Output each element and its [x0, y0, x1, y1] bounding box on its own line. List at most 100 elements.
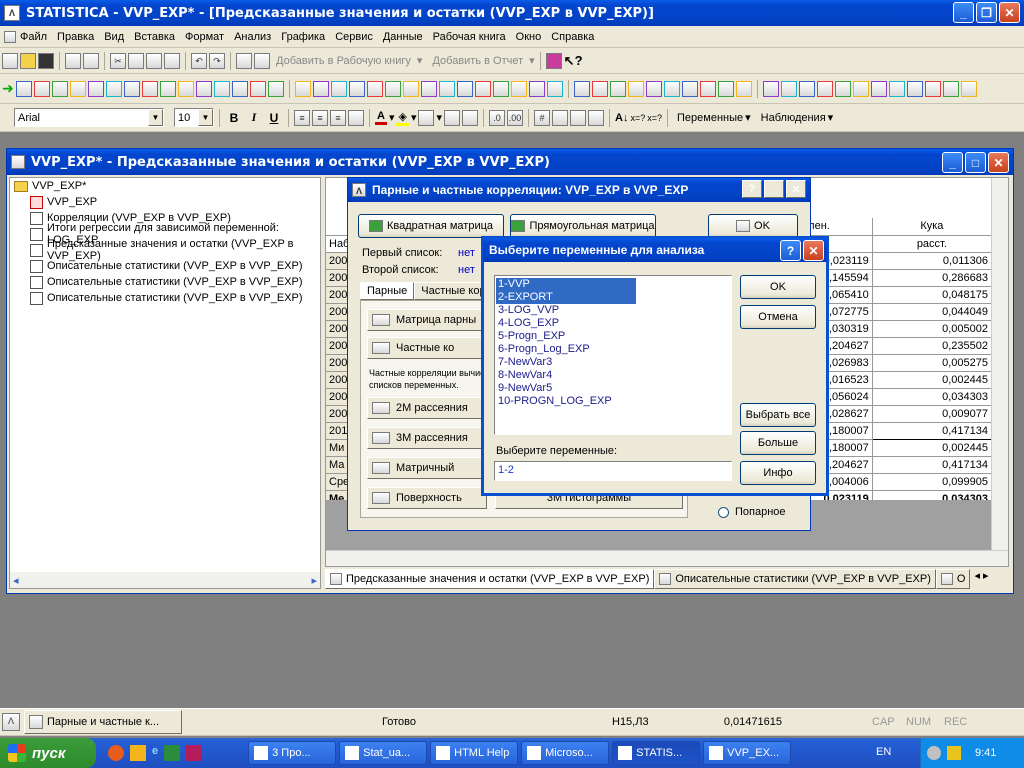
menu-item-10[interactable]: Окно [516, 31, 542, 43]
scatter-2d-button[interactable]: 2М рассеяния [367, 397, 487, 419]
tree-item[interactable]: Описательные статистики (VVP_EXP в VVP_E… [30, 290, 320, 306]
graph-type-icon[interactable] [348, 80, 365, 97]
taskbar-item[interactable]: HTML Help [430, 741, 519, 765]
graph-type-icon[interactable] [762, 80, 779, 97]
start-button[interactable]: пуск [0, 738, 96, 768]
graph-type-icon[interactable] [474, 80, 491, 97]
graph-type-icon[interactable] [330, 80, 347, 97]
variable-item[interactable]: 4-LOG_EXP [496, 317, 730, 330]
graph-type-icon[interactable] [573, 80, 590, 97]
graph-type-icon[interactable] [906, 80, 923, 97]
bold-button[interactable]: B [225, 111, 243, 125]
tray-icon-2[interactable] [947, 746, 961, 760]
tbl4-icon[interactable] [588, 109, 605, 126]
graph-type-icon[interactable] [384, 80, 401, 97]
tab-pair[interactable]: Парные [360, 282, 415, 300]
green-arrow-icon[interactable]: ➜ [2, 80, 14, 97]
fill-color-icon[interactable]: ◈ [396, 110, 409, 126]
help-pointer-icon[interactable]: ↖? [564, 53, 583, 69]
graph-type-icon[interactable] [699, 80, 716, 97]
xsq-icon[interactable]: x=? [630, 113, 645, 123]
italic-button[interactable]: I [245, 110, 263, 125]
graph-type-icon[interactable] [294, 80, 311, 97]
quicklaunch-icon[interactable] [130, 745, 146, 761]
graph-type-icon[interactable] [780, 80, 797, 97]
graph-type-icon[interactable] [105, 80, 122, 97]
menu-item-8[interactable]: Данные [383, 31, 423, 43]
var-cancel-button[interactable]: Отмена [740, 305, 816, 329]
sheet-vscrollbar[interactable] [991, 178, 1008, 552]
align-left-icon[interactable]: ≡ [294, 109, 310, 126]
menu-item-1[interactable]: Правка [57, 31, 94, 43]
font-color-icon[interactable]: A [375, 110, 387, 125]
var-ok-button[interactable]: OK [740, 275, 816, 299]
print-icon[interactable] [65, 52, 81, 69]
taskbar-item[interactable]: Stat_ua... [339, 741, 428, 765]
tree-root[interactable]: VVP_EXP* [14, 178, 320, 194]
graph-type-icon[interactable] [141, 80, 158, 97]
find-icon[interactable] [236, 52, 252, 69]
graph-type-icon[interactable] [663, 80, 680, 97]
graph-type-icon[interactable] [420, 80, 437, 97]
align-right-icon[interactable]: ≡ [330, 109, 346, 126]
cell[interactable]: 0,005275 [872, 354, 993, 372]
cases-menu[interactable]: Наблюдения [761, 112, 826, 124]
graph-type-icon[interactable] [816, 80, 833, 97]
align-center-icon[interactable]: ≡ [312, 109, 328, 126]
tree-item[interactable]: VVP_EXP [30, 194, 320, 210]
variable-item[interactable]: 1-VVP [496, 278, 636, 291]
wb-close-button[interactable]: ✕ [988, 152, 1009, 173]
graph-type-icon[interactable] [231, 80, 248, 97]
corr-close-button[interactable]: ✕ [786, 180, 806, 198]
tree-item[interactable]: Предсказанные значения и остатки (VVP_EX… [30, 238, 320, 262]
cell[interactable]: 0,099905 [872, 473, 993, 491]
matrix-plot-button[interactable]: Матричный [367, 457, 487, 479]
cell[interactable]: 0,002445 [872, 439, 993, 457]
open-folder-icon[interactable] [20, 52, 36, 69]
select-all-button[interactable]: Выбрать все [740, 403, 816, 427]
taskbar-item[interactable]: Microso... [521, 741, 610, 765]
scatter-3d-button[interactable]: 3М рассеяния [367, 427, 487, 449]
graph-type-icon[interactable] [177, 80, 194, 97]
graph-type-icon[interactable] [510, 80, 527, 97]
table-icon[interactable]: # [534, 109, 551, 126]
format-painter-icon[interactable] [164, 52, 180, 69]
print-preview-icon[interactable] [83, 52, 99, 69]
font-size-select[interactable]: 10 ▼ [174, 108, 214, 127]
var-close-button[interactable]: ✕ [803, 240, 824, 261]
add-to-report-button[interactable]: Добавить в Отчет [432, 55, 523, 67]
variable-list[interactable]: 1-VVP 2-EXPORT 3-LOG_VVP 4-LOG_EXP 5-Progn_E… [494, 275, 732, 435]
cell[interactable]: 0,417134 [872, 456, 993, 474]
graph-type-icon[interactable] [852, 80, 869, 97]
graph-type-icon[interactable] [33, 80, 50, 97]
variable-item[interactable]: 2-EXPORT [496, 291, 636, 304]
taskbar-item[interactable]: VVP_EX... [703, 741, 792, 765]
replace-icon[interactable] [254, 52, 270, 69]
taskbar-item[interactable]: STATIS... [612, 741, 701, 765]
variables-menu[interactable]: Переменные [677, 112, 743, 124]
cell[interactable]: 0,417134 [871, 421, 993, 440]
redo-icon[interactable]: ↷ [209, 52, 225, 69]
decimals-icon[interactable]: .0 [489, 109, 506, 126]
graph-type-icon[interactable] [438, 80, 455, 97]
corr-help-button[interactable]: ? [742, 180, 762, 198]
grid-icon[interactable] [462, 109, 479, 126]
graph-type-icon[interactable] [456, 80, 473, 97]
graph-type-icon[interactable] [213, 80, 230, 97]
graph-type-icon[interactable] [123, 80, 140, 97]
more-button[interactable]: Больше [740, 431, 816, 455]
border-icon[interactable] [418, 109, 435, 126]
cell[interactable]: 0,034303 [872, 388, 993, 406]
recode-icon[interactable]: x=? [647, 113, 662, 123]
tab-scroll-icon[interactable]: ◂ ▸ [974, 569, 988, 589]
graph-type-icon[interactable] [798, 80, 815, 97]
graph-type-icon[interactable] [834, 80, 851, 97]
var-help-button[interactable]: ? [780, 240, 801, 261]
variable-item[interactable]: 8-NewVar4 [496, 369, 730, 382]
corr-minimize-button[interactable]: _ [764, 180, 784, 198]
graph-type-icon[interactable] [960, 80, 977, 97]
graph-type-icon[interactable] [942, 80, 959, 97]
partial-corr-button[interactable]: Частные ко [367, 337, 487, 359]
sort-icon[interactable]: A↓ [615, 112, 628, 124]
graph-type-icon[interactable] [15, 80, 32, 97]
